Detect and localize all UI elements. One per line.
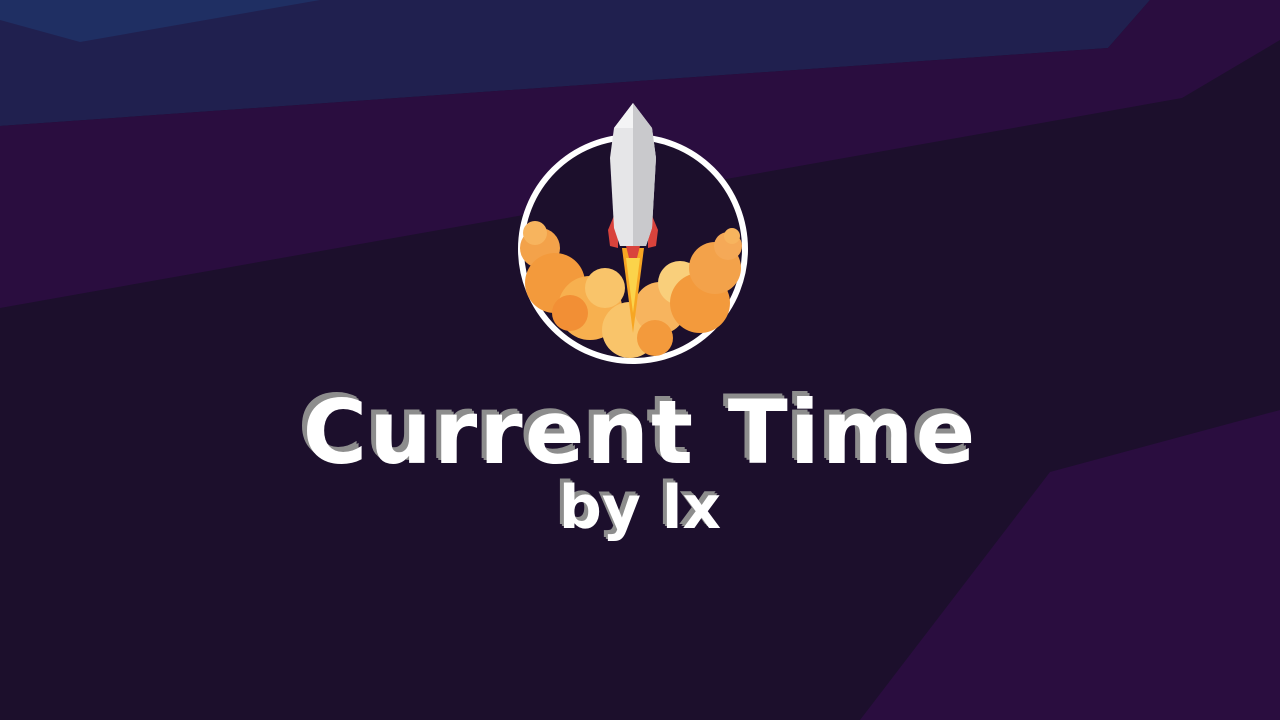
rocket-launch-icon — [518, 103, 748, 364]
app-author: by lx — [558, 473, 722, 543]
splash-screen: Current Time by lx — [0, 0, 1280, 720]
